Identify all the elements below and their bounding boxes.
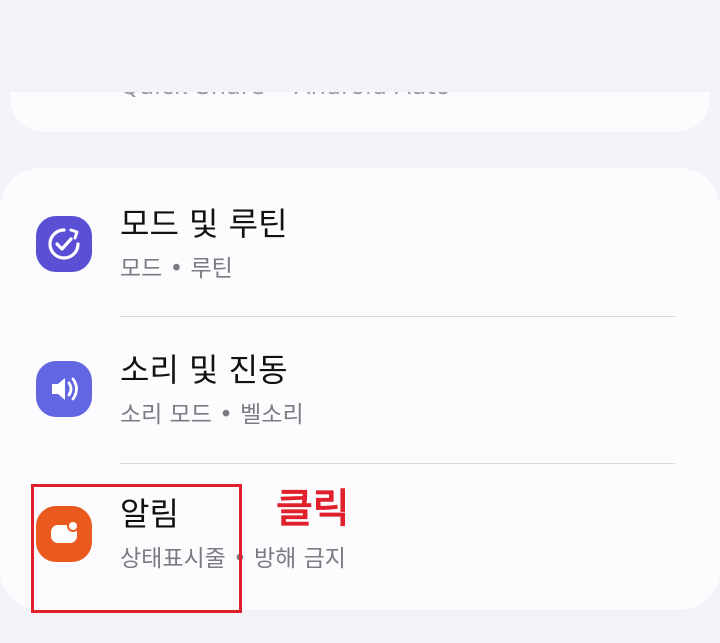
item-title: 소리 및 진동 (120, 351, 288, 389)
scroll-mask (10, 0, 710, 92)
settings-item-sound-vibration[interactable]: 소리 및 진동 소리 모드 • 벨소리 (0, 316, 720, 462)
item-subtitle: 모드 • 루틴 (120, 256, 233, 282)
click-annotation: 클릭 (276, 486, 350, 532)
connections-card[interactable]: Quick Share • Android Auto (10, 0, 710, 132)
item-title: 모드 및 루틴 (120, 205, 288, 243)
modes-routines-icon (36, 216, 92, 272)
settings-item-modes-routines[interactable]: 모드 및 루틴 모드 • 루틴 (0, 168, 720, 314)
speaker-icon (36, 361, 92, 417)
item-subtitle: 소리 모드 • 벨소리 (120, 402, 304, 428)
highlight-box (31, 484, 242, 613)
